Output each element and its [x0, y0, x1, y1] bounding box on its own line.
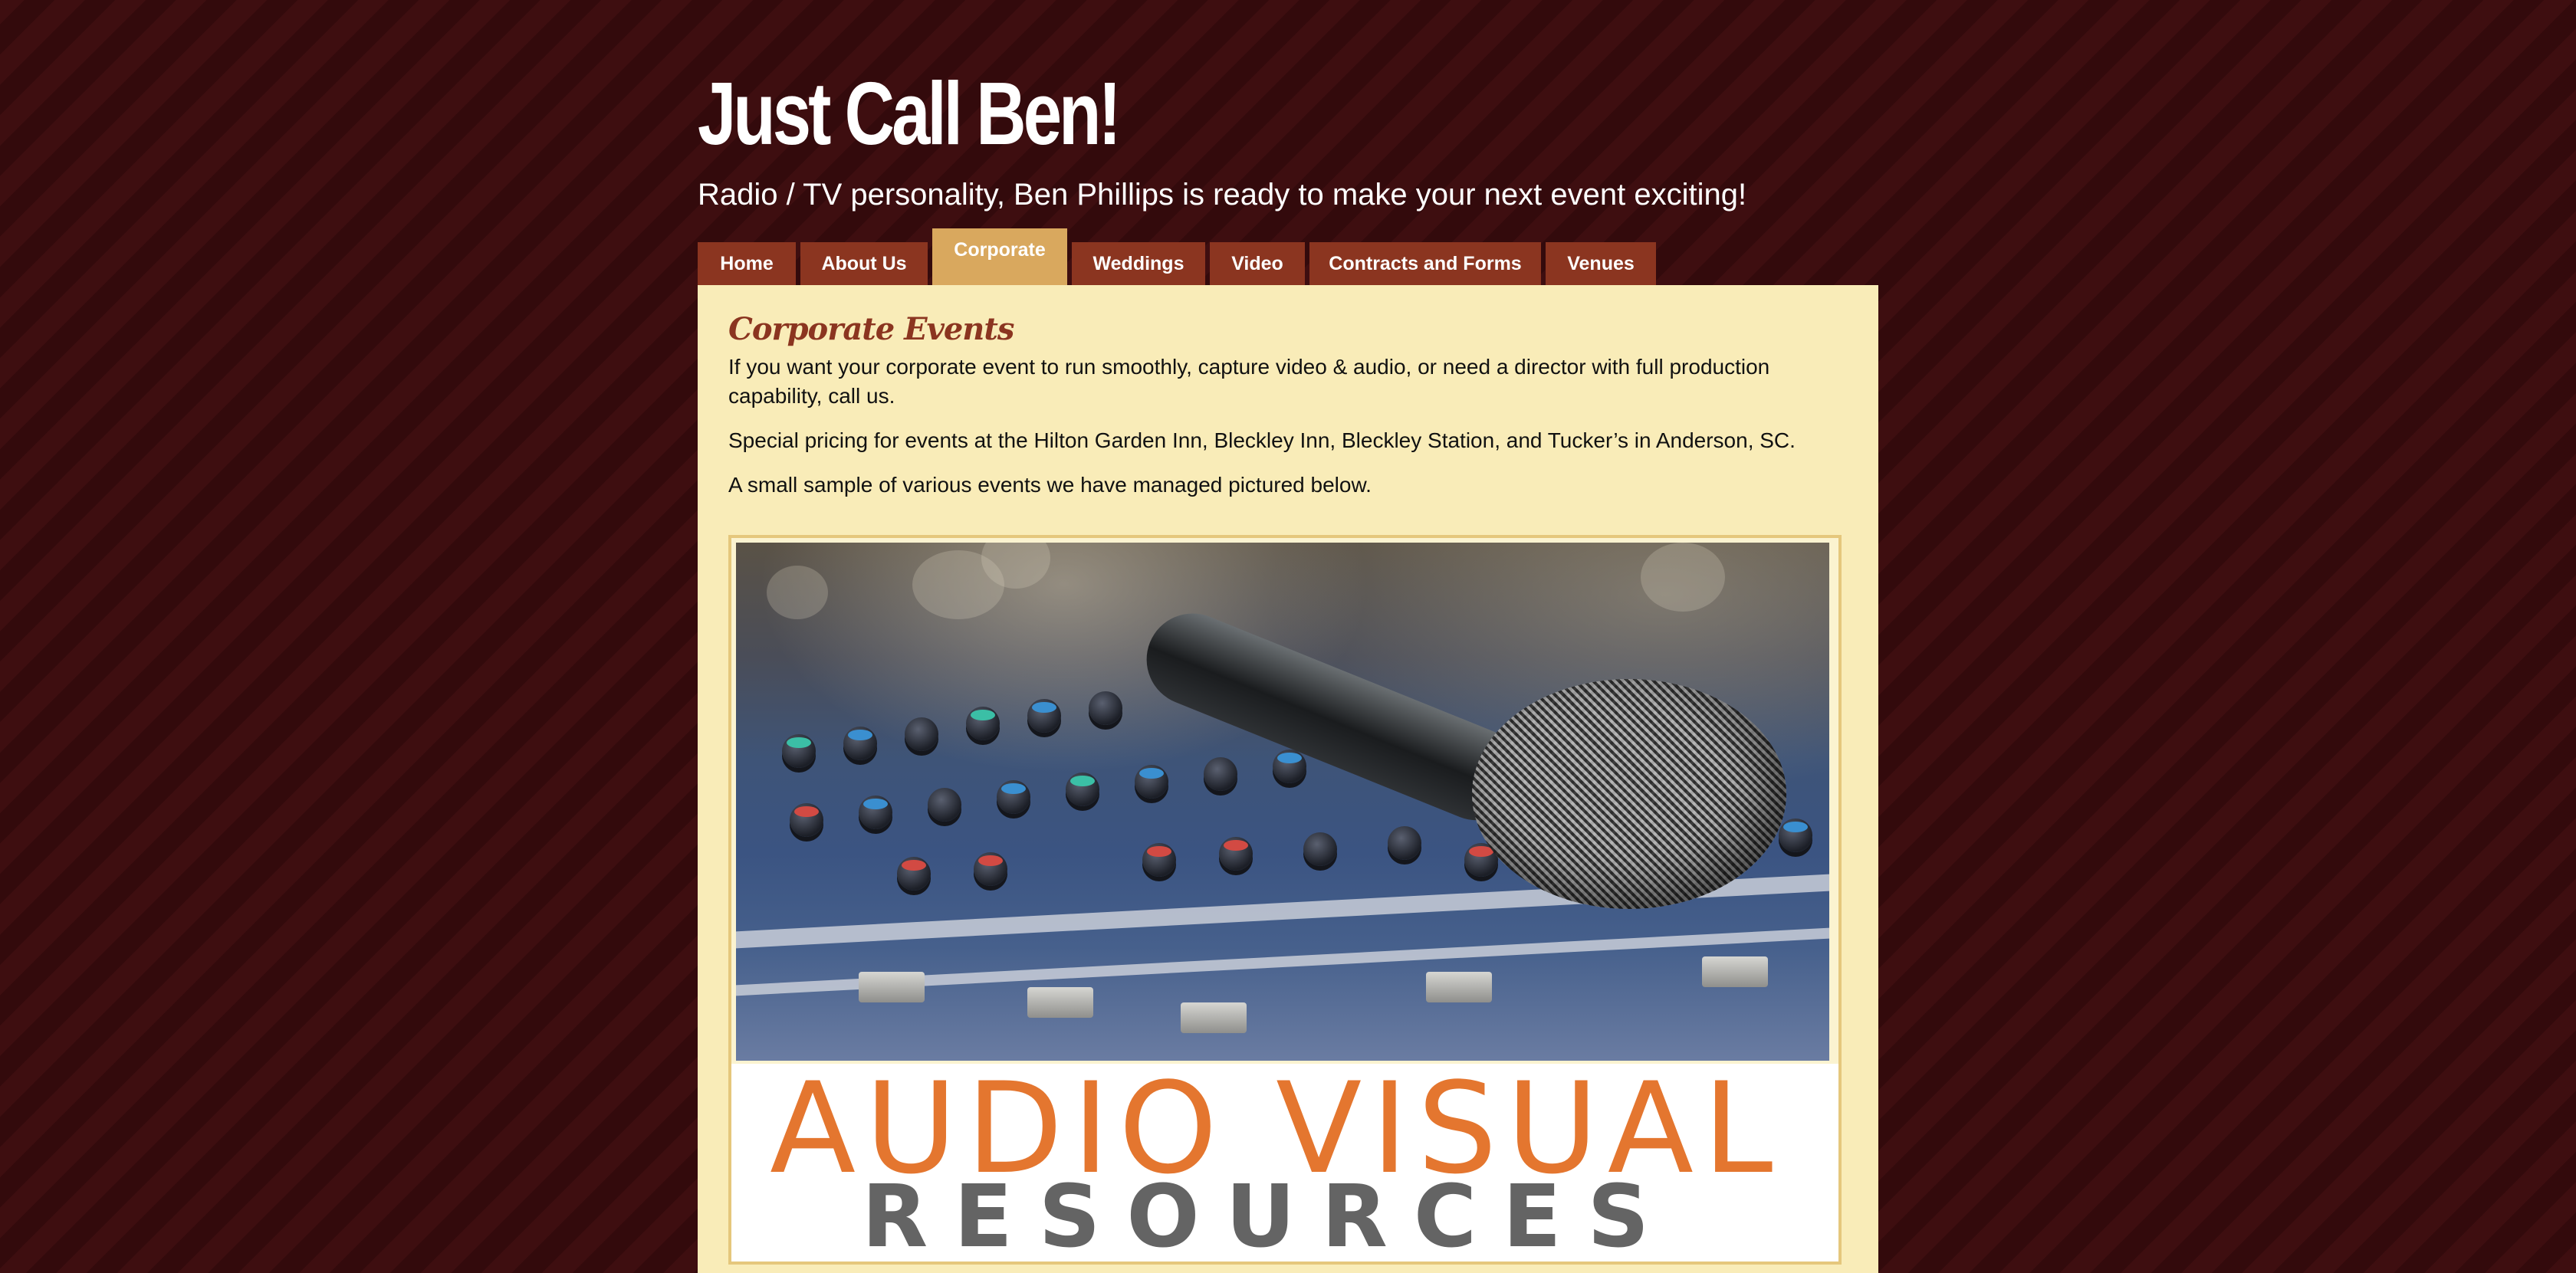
section-heading: Corporate Events: [728, 311, 1014, 347]
tab-label: About Us: [821, 252, 907, 274]
tab-label: Contracts and Forms: [1329, 252, 1522, 274]
site-title[interactable]: Just Call Ben!: [698, 66, 1122, 161]
content-panel: Corporate Events If you want your corpor…: [698, 285, 1878, 1273]
tab-label: Corporate: [954, 239, 1046, 261]
mixer-microphone-photo: [736, 543, 1829, 1061]
tab-contracts-and-forms[interactable]: Contracts and Forms: [1309, 242, 1541, 285]
pricing-paragraph: Special pricing for events at the Hilton…: [728, 428, 1796, 452]
sample-paragraph: A small sample of various events we have…: [728, 473, 1372, 497]
event-image[interactable]: AUDIO VISUAL RESOURCES: [728, 535, 1842, 1265]
tab-label: Venues: [1567, 252, 1635, 274]
tab-about-us[interactable]: About Us: [800, 242, 928, 285]
logo-text-secondary: RESOURCES: [862, 1167, 1676, 1267]
audio-visual-resources-logo: AUDIO VISUAL RESOURCES: [731, 1064, 1838, 1262]
tab-venues[interactable]: Venues: [1546, 242, 1656, 285]
tab-home[interactable]: Home: [698, 242, 796, 285]
tab-weddings[interactable]: Weddings: [1072, 242, 1205, 285]
tab-label: Weddings: [1092, 252, 1184, 274]
main-nav: Home About Us Corporate Weddings Video C…: [698, 227, 1661, 285]
site-tagline: Radio / TV personality, Ben Phillips is …: [698, 178, 1747, 212]
intro-paragraph: If you want your corporate event to run …: [728, 355, 1770, 408]
tab-corporate[interactable]: Corporate: [932, 228, 1067, 285]
tab-label: Video: [1231, 252, 1283, 274]
tab-video[interactable]: Video: [1210, 242, 1305, 285]
microphone-head: [1472, 679, 1786, 909]
tab-label: Home: [720, 252, 774, 274]
